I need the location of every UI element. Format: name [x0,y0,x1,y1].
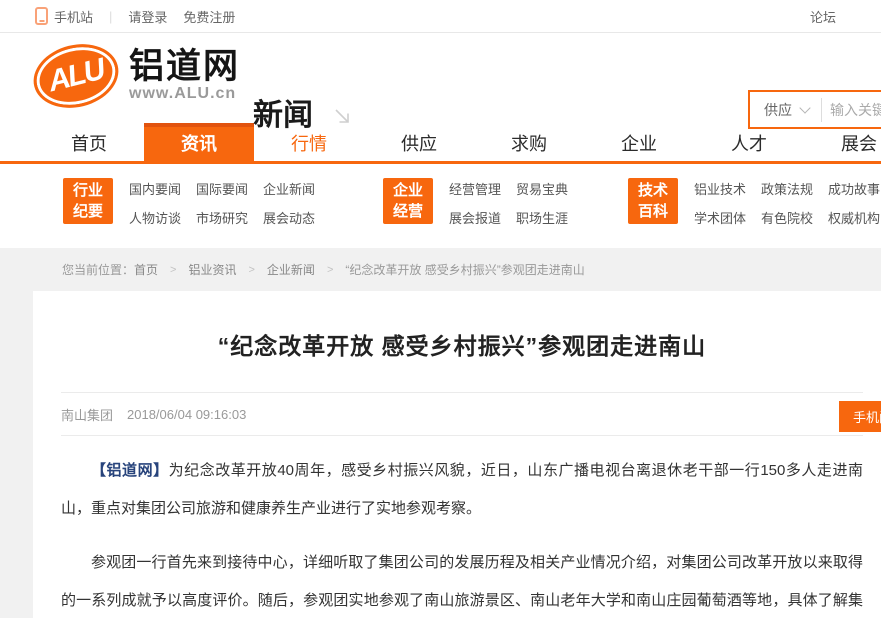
breadcrumb-separator: > [248,264,254,276]
subnav-link[interactable]: 职场生涯 [516,208,568,230]
breadcrumb-current: “纪念改革开放 感受乡村振兴”参观团走进南山 [345,261,584,278]
mobile-phone-icon [35,7,48,25]
site-name: 铝道网 [129,49,240,85]
page: 手机站 | 请登录 免费注册 论坛 ALU 铝道网 www.ALU.cn 新闻 … [0,0,881,622]
mobile-site-link[interactable]: 手机站 [54,7,93,26]
subnav-box-business[interactable]: 企业 经营 [383,178,433,224]
nav-item-buy[interactable]: 求购 [474,123,584,161]
content-area: “纪念改革开放 感受乡村振兴”参观团走进南山 南山集团 2018/06/04 0… [0,291,881,618]
breadcrumb-separator: > [327,264,333,276]
article-paragraph: 参观团一行首先来到接待中心，详细听取了集团公司的发展历程及相关产业情况介绍，对集… [61,544,863,622]
subnav-box-line: 百科 [628,201,678,222]
subnav-box-line: 技术 [628,180,678,201]
site-brand: 铝道网 www.ALU.cn [129,49,240,103]
breadcrumb-company-news[interactable]: 企业新闻 [267,261,315,278]
subnav-box-line: 经营 [383,201,433,222]
site-logo[interactable]: ALU 铝道网 www.ALU.cn [33,45,240,107]
subnav-link[interactable]: 有色院校 [761,208,813,230]
article-title: “纪念改革开放 感受乡村振兴”参观团走进南山 [61,327,863,361]
search-category-label: 供应 [764,100,792,120]
subnav-group-tech: 技术 百科 铝业技术 政策法规 成功故事 学术团体 有色院校 权威机构 [628,178,881,230]
topbar: 手机站 | 请登录 免费注册 论坛 [0,0,881,33]
subnav-link[interactable]: 成功故事 [828,179,880,201]
header: ALU 铝道网 www.ALU.cn 新闻 供应 [0,33,881,123]
breadcrumb-label: 您当前位置： [62,261,134,278]
subnav-box-industry[interactable]: 行业 纪要 [63,178,113,224]
nav-item-home[interactable]: 首页 [34,123,144,161]
subnav-links: 铝业技术 政策法规 成功故事 学术团体 有色院校 权威机构 [694,178,881,230]
subnav-group-industry: 行业 纪要 国内要闻 国际要闻 企业新闻 人物访谈 市场研究 展会动态 [63,178,330,230]
article-body: 【铝道网】为纪念改革开放40周年，感受乡村振兴风貌，近日，山东广播电视台离退休老… [61,452,863,622]
subnav-link[interactable]: 政策法规 [761,179,813,201]
nav-item-news[interactable]: 资讯 [144,123,254,161]
subnav-link[interactable]: 经营管理 [449,179,501,201]
site-url: www.ALU.cn [129,85,240,103]
article-datetime: 2018/06/04 09:16:03 [127,407,246,422]
subnav: 行业 纪要 国内要闻 国际要闻 企业新闻 人物访谈 市场研究 展会动态 企业 经… [0,164,881,248]
subnav-link[interactable]: 权威机构 [828,208,880,230]
search-category-dropdown[interactable]: 供应 [750,100,821,120]
breadcrumb-news[interactable]: 铝业资讯 [188,261,236,278]
search-input[interactable] [822,102,881,118]
breadcrumb-home[interactable]: 首页 [134,261,158,278]
subnav-link[interactable]: 企业新闻 [263,179,315,201]
arrow-down-right-icon [333,107,353,132]
search-box: 供应 [748,90,881,129]
subnav-link[interactable]: 国内要闻 [129,179,181,201]
mobile-read-button[interactable]: 手机阅读 [839,401,881,432]
subnav-box-line: 行业 [63,180,113,201]
alu-logo-icon: ALU [27,36,125,117]
subnav-links: 经营管理 贸易宝典 展会报道 职场生涯 [449,178,583,230]
nav-item-supply[interactable]: 供应 [364,123,474,161]
subnav-box-tech[interactable]: 技术 百科 [628,178,678,224]
paragraph-text: 为纪念改革开放40周年，感受乡村振兴风貌，近日，山东广播电视台离退休老干部一行1… [61,462,863,517]
forum-link[interactable]: 论坛 [810,7,836,26]
subnav-group-business: 企业 经营 经营管理 贸易宝典 展会报道 职场生涯 [383,178,583,230]
breadcrumb: 您当前位置： 首页 > 铝业资讯 > 企业新闻 > “纪念改革开放 感受乡村振兴… [0,248,881,291]
subnav-link[interactable]: 市场研究 [196,208,248,230]
breadcrumb-separator: > [170,264,176,276]
topbar-divider: | [109,9,112,24]
register-link[interactable]: 免费注册 [183,7,235,26]
page-title: 新闻 [253,90,313,134]
subnav-link[interactable]: 展会动态 [263,208,315,230]
article-source: 南山集团 [61,405,113,424]
nav-item-company[interactable]: 企业 [584,123,694,161]
subnav-link[interactable]: 学术团体 [694,208,746,230]
article-meta: 南山集团 2018/06/04 09:16:03 手机阅读 [61,392,863,436]
subnav-box-line: 企业 [383,180,433,201]
subnav-link[interactable]: 人物访谈 [129,208,181,230]
subnav-links: 国内要闻 国际要闻 企业新闻 人物访谈 市场研究 展会动态 [129,178,330,230]
article-paragraph: 【铝道网】为纪念改革开放40周年，感受乡村振兴风貌，近日，山东广播电视台离退休老… [61,452,863,528]
subnav-link[interactable]: 贸易宝典 [516,179,568,201]
subnav-link[interactable]: 展会报道 [449,208,501,230]
subnav-box-line: 纪要 [63,201,113,222]
brand-tag: 【铝道网】 [91,462,169,479]
subnav-link[interactable]: 铝业技术 [694,179,746,201]
login-link[interactable]: 请登录 [128,7,167,26]
chevron-down-icon [799,102,810,113]
article-card: “纪念改革开放 感受乡村振兴”参观团走进南山 南山集团 2018/06/04 0… [33,291,881,618]
subnav-link[interactable]: 国际要闻 [196,179,248,201]
main-nav: 首页 资讯 行情 供应 求购 企业 人才 展会 [0,123,881,164]
